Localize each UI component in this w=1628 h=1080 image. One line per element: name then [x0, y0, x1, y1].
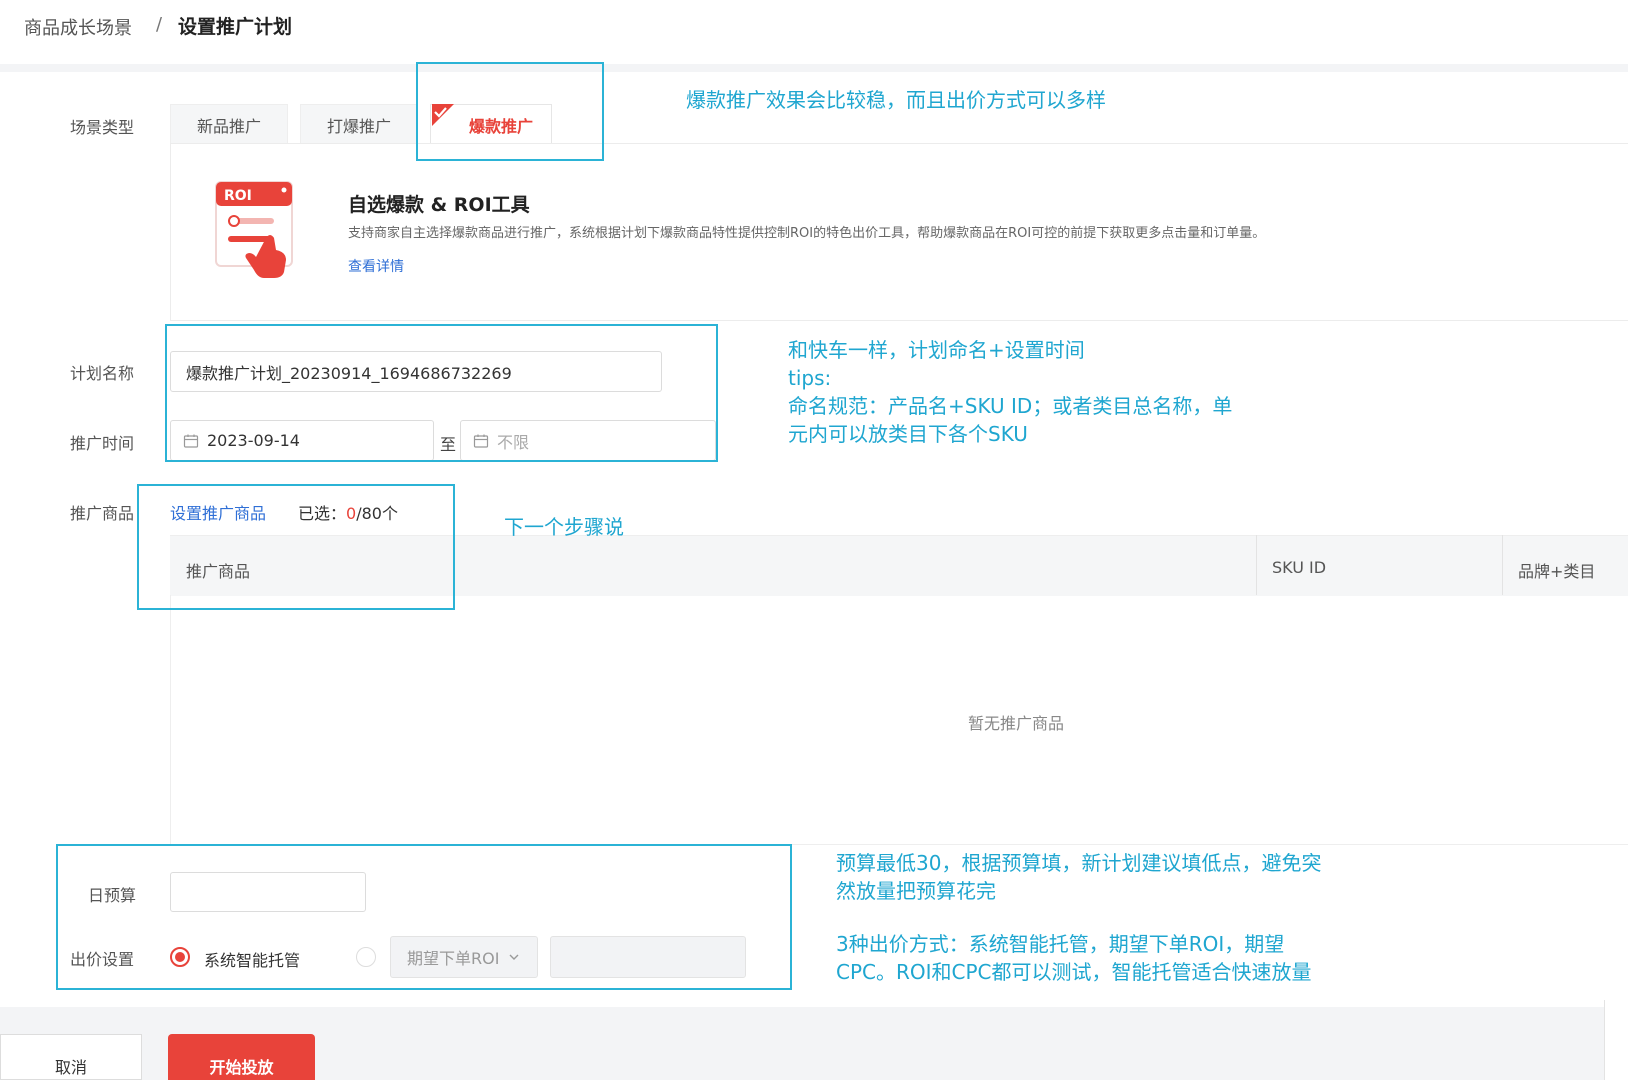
annotation-line: CPC。ROI和CPC都可以测试，智能托管适合快速放量: [836, 960, 1312, 984]
start-delivery-button-label: 开始投放: [209, 1058, 274, 1077]
annotation-box-products: [137, 484, 455, 610]
tab-label: 打爆推广: [326, 116, 391, 136]
breadcrumb-separator: /: [156, 14, 163, 35]
roi-tool-icon: ROI: [215, 181, 293, 278]
annotation-line: 然放量把预算花完: [836, 879, 996, 903]
page-title: 设置推广计划: [178, 16, 293, 38]
annotation-line: 元内可以放类目下各个SKU: [788, 422, 1028, 446]
scene-title: 自选爆款 & ROI工具: [348, 194, 530, 216]
annotation-line: tips:: [788, 366, 832, 390]
tab-new-product[interactable]: 新品推广: [170, 104, 288, 144]
annotation-line: 和快车一样，计划命名+设置时间: [788, 338, 1085, 362]
start-delivery-button[interactable]: 开始投放: [168, 1034, 315, 1080]
empty-state-text: 暂无推广商品: [968, 714, 1065, 733]
promotion-time-label: 推广时间: [70, 434, 135, 453]
cancel-button[interactable]: 取消: [0, 1034, 142, 1080]
svg-text:ROI: ROI: [224, 188, 252, 204]
column-divider: [1502, 535, 1503, 595]
footer-edge: [1604, 1000, 1628, 1080]
tab-boost-product[interactable]: 打爆推广: [300, 104, 418, 144]
annotation-box-plan: [165, 324, 718, 462]
annotation-note-budget: 预算最低30，根据预算填，新计划建议填低点，避免突 然放量把预算花完: [836, 849, 1321, 905]
annotation-note-plan: 和快车一样，计划命名+设置时间 tips: 命名规范：产品名+SKU ID；或者…: [788, 336, 1232, 448]
breadcrumb-parent[interactable]: 商品成长场景: [24, 14, 132, 40]
annotation-line: 预算最低30，根据预算填，新计划建议填低点，避免突: [836, 851, 1322, 875]
cancel-button-label: 取消: [54, 1058, 87, 1077]
column-header-sku: SKU ID: [1272, 558, 1327, 577]
scene-type-label: 场景类型: [70, 118, 135, 137]
column-divider: [1256, 535, 1257, 595]
annotation-box-tab: [416, 62, 604, 161]
view-details-link[interactable]: 查看详情: [348, 256, 404, 276]
annotation-line: 3种出价方式：系统智能托管，期望下单ROI，期望: [836, 932, 1285, 956]
plan-name-label: 计划名称: [70, 364, 135, 383]
product-table-body: [170, 595, 1628, 845]
promotion-product-label: 推广商品: [70, 504, 135, 523]
annotation-note-scene: 爆款推广效果会比较稳，而且出价方式可以多样: [686, 88, 1106, 112]
scene-description: 支持商家自主选择爆款商品进行推广，系统根据计划下爆款商品特性提供控制ROI的特色…: [348, 226, 1266, 241]
annotation-note-bid: 3种出价方式：系统智能托管，期望下单ROI，期望 CPC。ROI和CPC都可以测…: [836, 930, 1312, 986]
annotation-note-next-step: 下一个步骤说: [504, 515, 624, 539]
annotation-box-budget: [56, 844, 792, 990]
tab-label: 新品推广: [196, 116, 261, 136]
column-header-brand-category: 品牌+类目: [1518, 562, 1596, 581]
annotation-line: 命名规范：产品名+SKU ID；或者类目总名称，单: [788, 394, 1233, 418]
